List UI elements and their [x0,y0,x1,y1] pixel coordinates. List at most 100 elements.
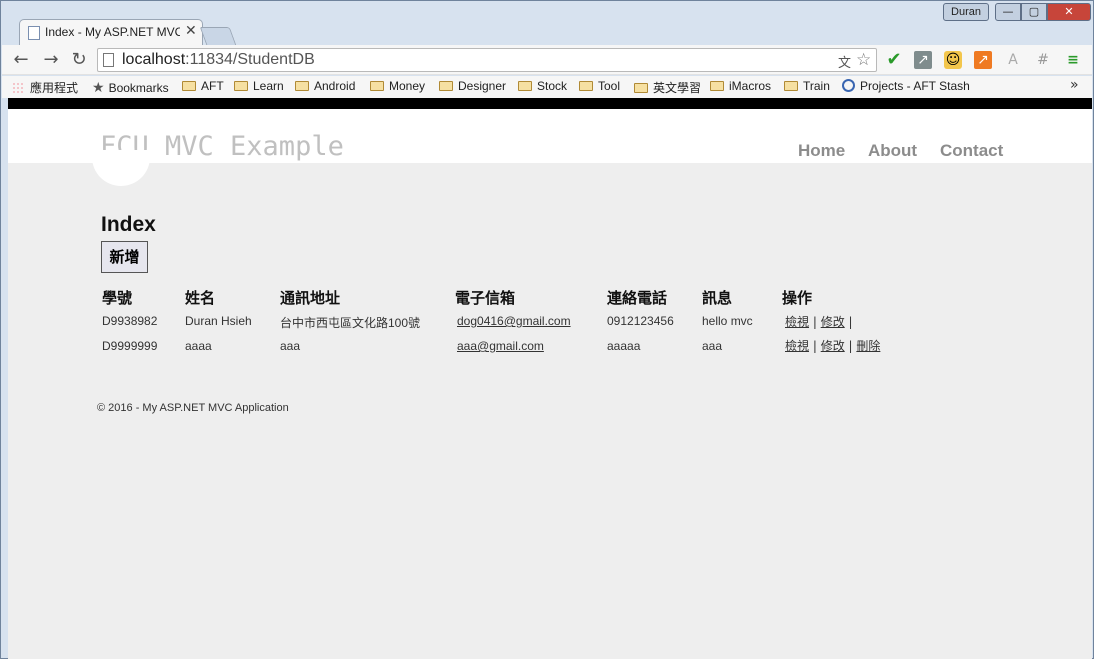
cell-address: 台中市西屯區文化路100號 [280,316,421,330]
menu-icon[interactable]: ≡ [1064,51,1082,69]
hash-extension-icon[interactable]: # [1034,51,1052,69]
bookmark-folder-money[interactable]: Money [370,79,425,93]
minimize-button[interactable]: — [995,3,1021,21]
profile-button[interactable]: Duran [943,3,989,21]
folder-icon [710,81,724,91]
star-icon: ★ [92,79,105,95]
translate-icon[interactable]: 文 [838,52,851,71]
view-link[interactable]: 檢視 [785,315,809,329]
nav-home[interactable]: Home [798,141,845,161]
face-extension-icon[interactable]: ☺ [944,51,962,69]
column-header-phone: 連絡電話 [607,289,668,307]
delete-link[interactable]: 刪除 [856,339,880,353]
bookmarks-overflow-icon[interactable]: » [1070,77,1079,93]
cell-email-link[interactable]: aaa@gmail.com [457,339,544,353]
cell-phone: aaaaa [607,339,641,353]
bookmark-label: 應用程式 [30,81,79,95]
actions-separator: | [848,315,853,329]
folder-icon [370,81,384,91]
back-button[interactable]: ← [10,49,32,71]
folder-icon [579,81,593,91]
bookmark-apps[interactable]: 應用程式 [12,79,78,96]
edit-link[interactable]: 修改 [821,339,845,353]
row-actions: 檢視 | 修改 | 刪除 [785,339,881,353]
top-strip [8,98,1092,109]
maximize-button[interactable]: ▢ [1021,3,1047,21]
bookmark-label: Projects - AFT Stash [860,79,970,93]
angular-extension-icon[interactable]: A [1004,51,1022,69]
analytics-extension-icon[interactable]: ↗ [974,51,992,69]
nav-about[interactable]: About [868,141,917,161]
bookmark-label: Tool [598,79,621,93]
tab-close-icon[interactable]: ✕ [185,23,197,39]
bookmark-projects[interactable]: Projects - AFT Stash [842,79,970,93]
page-info-icon[interactable] [103,53,114,67]
page-footer: © 2016 - My ASP.NET MVC Application [97,402,289,414]
bookmark-label: Bookmarks [108,81,169,95]
bookmark-folder-designer[interactable]: Designer [439,79,506,93]
cell-phone: 0912123456 [607,314,674,328]
check-extension-icon[interactable]: ✔ [885,51,903,69]
column-header-message: 訊息 [702,289,733,307]
tab-title: Index - My ASP.NET MVC [45,25,180,39]
bookmark-folder-imacros[interactable]: iMacros [710,79,771,93]
cell-email-link[interactable]: dog0416@gmail.com [457,314,571,328]
page-title: Index [101,213,156,236]
site-header: FCU MVC Example Home About Contact [8,109,1092,163]
folder-icon [518,81,532,91]
column-header-actions: 操作 [782,289,813,307]
bookmark-label: Designer [458,79,507,93]
edit-link[interactable]: 修改 [821,315,845,329]
cell-id: D9999999 [102,339,158,353]
bookmark-label: iMacros [729,79,772,93]
folder-icon [234,81,248,91]
view-link[interactable]: 檢視 [785,339,809,353]
folder-icon [439,81,453,91]
browser-toolbar: ← → ↻ localhost:11834/StudentDB 文 ☆ ✔ ↗ … [2,45,1092,75]
chart-extension-icon[interactable]: ↗ [914,51,932,69]
bookmark-folder-tool[interactable]: Tool [579,79,620,93]
column-header-email: 電子信箱 [455,289,516,307]
new-tab-button[interactable] [199,27,237,45]
bookmark-folder-learn[interactable]: Learn [234,79,284,93]
bookmark-bookmarks[interactable]: ★ Bookmarks [92,79,169,96]
page-viewport: FCU MVC Example Home About Contact Index… [8,98,1092,659]
cell-name: Duran Hsieh [185,314,252,328]
cell-message: aaa [702,339,723,353]
cell-message: hello mvc [702,314,753,328]
bookmark-folder-aft[interactable]: AFT [182,79,224,93]
tab-index[interactable]: Index - My ASP.NET MVC ✕ [19,19,203,45]
title-bar: Index - My ASP.NET MVC ✕ Duran — ▢ ✕ [1,1,1093,45]
cell-id: D9938982 [102,314,158,328]
bookmark-folder-english[interactable]: 英文學習 [634,79,701,96]
reload-button[interactable]: ↻ [68,49,90,71]
bookmark-star-icon[interactable]: ☆ [856,50,871,70]
close-window-button[interactable]: ✕ [1047,3,1091,21]
column-header-id: 學號 [102,289,133,307]
url-text[interactable]: localhost:11834/StudentDB [122,51,315,69]
nav-contact[interactable]: Contact [940,141,1003,161]
add-button[interactable]: 新增 [101,241,148,273]
bookmark-folder-android[interactable]: Android [295,79,355,93]
folder-icon [784,81,798,91]
page-icon [28,26,40,40]
bookmark-label: Stock [537,79,568,93]
browser-window: Index - My ASP.NET MVC ✕ Duran — ▢ ✕ ← →… [0,0,1094,659]
cell-name: aaaa [185,339,212,353]
apps-icon [12,82,24,94]
column-header-address: 通訊地址 [280,289,341,307]
bookmark-folder-train[interactable]: Train [784,79,830,93]
bookmark-label: Train [803,79,830,93]
address-bar[interactable]: localhost:11834/StudentDB 文 ☆ [97,48,877,72]
forward-button[interactable]: → [40,49,62,71]
bookmark-label: Learn [253,79,284,93]
row-actions: 檢視 | 修改 | [785,315,853,329]
column-header-name: 姓名 [185,289,216,307]
folder-icon [182,81,196,91]
folder-icon [295,81,309,91]
bookmark-label: AFT [201,79,224,93]
cell-address: aaa [280,339,301,353]
bookmark-label: Money [389,79,426,93]
bookmark-folder-stock[interactable]: Stock [518,79,567,93]
bookmarks-bar: 應用程式 ★ Bookmarks AFT Learn Android Money … [2,76,1092,98]
